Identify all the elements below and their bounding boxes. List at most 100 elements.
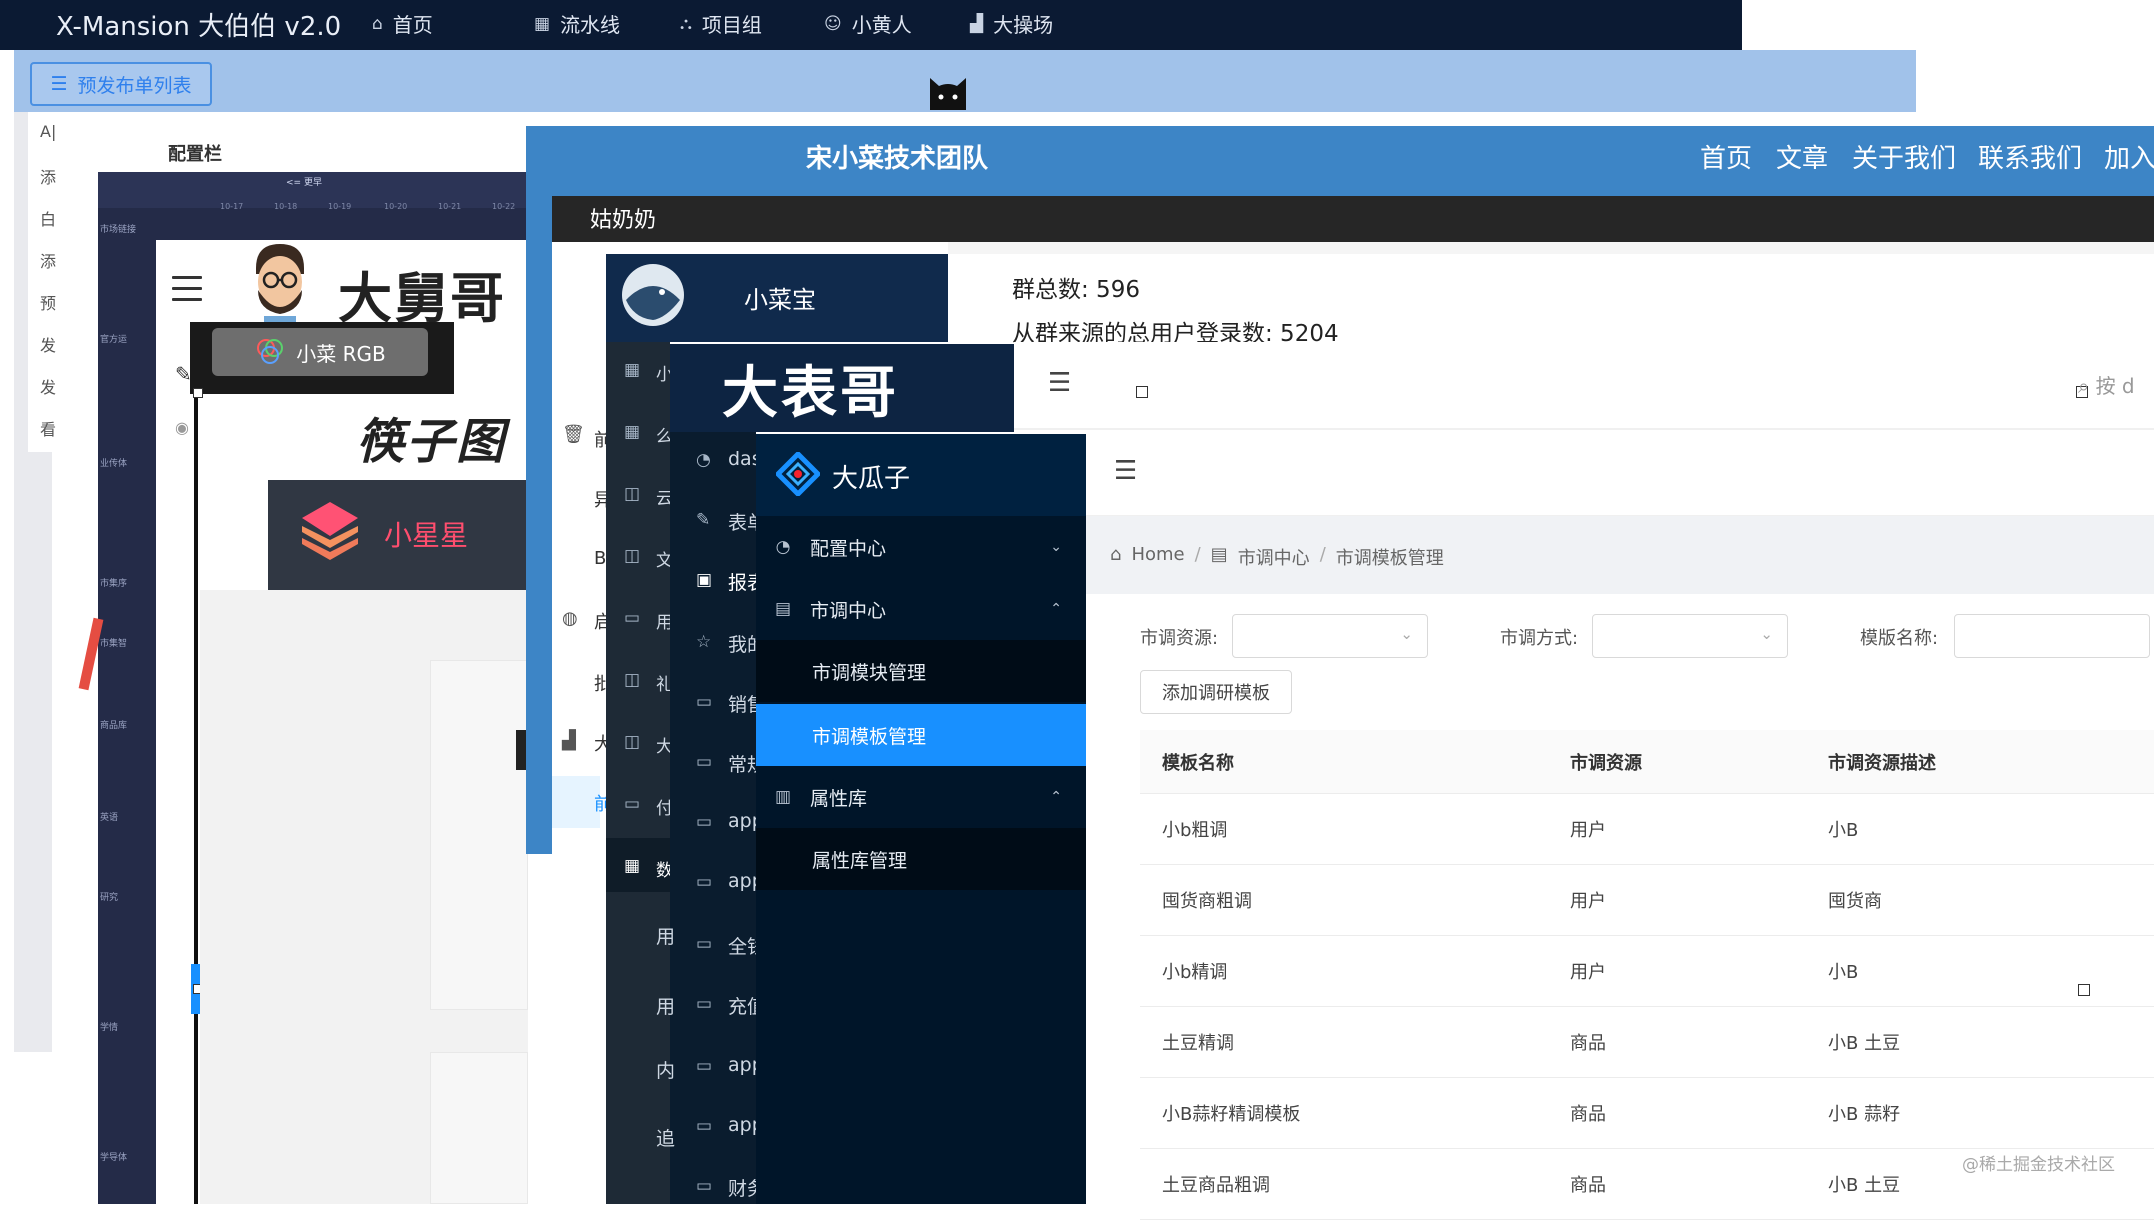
table-cell: 用户 xyxy=(1570,820,1606,841)
layout-icon: ◫ xyxy=(624,546,641,566)
table-cell: 囤货商 xyxy=(1828,891,1882,912)
cluster-icon: ⛬ xyxy=(680,13,692,34)
menu-survey-center[interactable]: ▤ 市调中心 ⌃ xyxy=(756,578,1086,640)
breadcrumb-separator: / xyxy=(1319,544,1326,565)
timeline-row-label: 业传体 xyxy=(100,459,128,469)
grid-icon: ▦ xyxy=(624,360,641,380)
side-list-item[interactable]: A| xyxy=(40,122,56,141)
side-list-item[interactable]: 添 xyxy=(40,248,56,272)
folder-icon: ▭ xyxy=(696,812,713,832)
date-tick: 10-21 xyxy=(438,202,462,211)
team-nav-contact[interactable]: 联系我们 xyxy=(1978,138,2082,175)
aunt-header xyxy=(552,196,2154,242)
timeline-row-label: 商品库 xyxy=(100,721,128,731)
timeline-earlier-link[interactable]: <= 更早 xyxy=(286,175,322,188)
folder-icon: ▭ xyxy=(696,752,713,772)
globe-icon[interactable]: ◍ xyxy=(562,608,578,629)
rgb-circles-icon xyxy=(257,339,284,364)
template-name-input[interactable] xyxy=(1954,614,2150,658)
sidebar-fragment: 内 xyxy=(656,1060,676,1082)
chart-icon[interactable]: ▟ xyxy=(562,730,576,751)
chevron-down-icon: ⌄ xyxy=(1400,625,1413,643)
nav-item-minion[interactable]: ☺ 小黄人 xyxy=(824,9,912,38)
resize-handle[interactable] xyxy=(193,388,203,398)
side-list-item[interactable]: 预 xyxy=(40,290,56,314)
cat-logo-icon xyxy=(930,78,966,110)
layout-icon: ◫ xyxy=(624,670,641,690)
timeline-row-label: 学情 xyxy=(100,1023,119,1033)
layout-icon: ◫ xyxy=(624,484,641,504)
menu-fold-icon[interactable]: ☰ xyxy=(1048,368,1071,398)
app-title: X-Mansion 大伯伯 v2.0 xyxy=(56,12,342,42)
side-list-item[interactable]: 发 xyxy=(40,332,56,356)
team-nav-home[interactable]: 首页 xyxy=(1700,138,1752,175)
menu-attribute-lib[interactable]: ▥ 属性库 ⌃ xyxy=(756,766,1086,828)
calligraphy-logo: 筷子图 xyxy=(356,414,507,470)
dabiaoge-topbar xyxy=(1014,342,2154,430)
name-filter-label: 模版名称: xyxy=(1860,628,1939,649)
team-nav-articles[interactable]: 文章 xyxy=(1776,138,1828,175)
selection-handle[interactable] xyxy=(2078,984,2090,996)
menu-fold-icon[interactable]: ☰ xyxy=(1114,456,1137,486)
nav-item-pipeline[interactable]: ▦ 流水线 xyxy=(534,9,620,38)
table-row[interactable]: 小B蒜籽精调模板 商品 小B 蒜籽 xyxy=(1140,1078,2154,1149)
grid-icon: ▦ xyxy=(534,13,551,34)
table-row[interactable]: 小b精调 用户 小B xyxy=(1140,936,2154,1007)
timeline-row-label: 市集智 xyxy=(100,639,128,649)
side-list-item[interactable]: 添 xyxy=(40,164,56,188)
eye-icon[interactable]: ◉ xyxy=(175,418,189,437)
hamburger-menu-icon[interactable] xyxy=(172,276,202,309)
aunt-side-selected xyxy=(552,776,600,828)
side-list-item[interactable]: 发 xyxy=(40,374,56,398)
folder-icon: ▭ xyxy=(696,994,713,1014)
trash-icon[interactable]: 🗑 xyxy=(562,424,585,445)
menu-attribute-lib-mgmt[interactable]: 属性库管理 xyxy=(756,828,1086,890)
timeline-row-label: 研究 xyxy=(100,893,119,903)
nav-item-project[interactable]: ⛬ 项目组 xyxy=(680,9,762,38)
xiaocaibao-title: 小菜宝 xyxy=(744,286,816,314)
daguazi-title: 大瓜子 xyxy=(832,464,911,494)
folder-icon: ▭ xyxy=(696,1056,713,1076)
avatar xyxy=(256,244,304,324)
table-header-cell[interactable]: 市调资源 xyxy=(1570,749,1642,775)
search-box[interactable]: ⌕ 按 d xyxy=(2078,370,2135,399)
smile-icon: ☺ xyxy=(824,13,842,34)
add-template-button[interactable]: 添加调研模板 xyxy=(1140,670,1292,714)
team-nav-join[interactable]: 加入 xyxy=(2104,138,2154,175)
table-header-cell[interactable]: 市调资源描述 xyxy=(1828,749,1936,775)
table-row[interactable]: 囤货商粗调 用户 囤货商 xyxy=(1140,865,2154,936)
source-select[interactable]: ⌄ xyxy=(1232,614,1428,658)
list-icon: ☰ xyxy=(50,73,68,95)
release-list-button[interactable]: ☰ 预发布单列表 xyxy=(30,62,212,106)
method-filter-label: 市调方式: xyxy=(1500,628,1579,649)
form-icon: ▤ xyxy=(1210,544,1228,565)
table-header-cell[interactable]: 模板名称 xyxy=(1162,749,1234,775)
rgb-badge[interactable]: 小菜 RGB xyxy=(212,328,428,376)
menu-config-center[interactable]: ◔ 配置中心 ⌄ xyxy=(756,516,1086,578)
table-row[interactable]: 小b粗调 用户 小B xyxy=(1140,794,2154,865)
menu-survey-template-mgmt[interactable]: 市调模板管理 xyxy=(756,704,1086,766)
dashboard-icon: ◔ xyxy=(775,537,791,557)
breadcrumb-survey-center[interactable]: 市调中心 xyxy=(1238,544,1310,570)
side-list-item[interactable]: 白 xyxy=(40,206,56,230)
selection-handle[interactable] xyxy=(1136,386,1148,398)
table-cell: 小B 土豆 xyxy=(1828,1033,1901,1054)
table-cell: 小B 土豆 xyxy=(1828,1175,1901,1196)
team-nav-about[interactable]: 关于我们 xyxy=(1852,138,1956,175)
timeline-row-label: 官方运 xyxy=(100,335,128,345)
table-cell: 用户 xyxy=(1570,962,1606,983)
template-toolbar xyxy=(1086,434,2154,516)
table-cell: 小B xyxy=(1828,962,1859,983)
edit-icon[interactable]: ✎ xyxy=(175,362,192,386)
menu-survey-module-mgmt[interactable]: 市调模块管理 xyxy=(756,640,1086,702)
table-cell: 商品 xyxy=(1570,1033,1606,1054)
breadcrumb-home[interactable]: Home xyxy=(1131,544,1184,570)
table-cell: 小B 蒜籽 xyxy=(1828,1104,1901,1125)
nav-item-playground[interactable]: ▟ 大操场 xyxy=(970,9,1053,38)
date-tick: 10-22 xyxy=(492,202,516,211)
aunt-side-item[interactable]: B xyxy=(594,548,606,569)
table-row[interactable]: 土豆精调 商品 小B 土豆 xyxy=(1140,1007,2154,1078)
nav-item-home[interactable]: ⌂ 首页 xyxy=(372,9,433,38)
method-select[interactable]: ⌄ xyxy=(1592,614,1788,658)
side-list-item[interactable]: 看 xyxy=(40,416,56,440)
